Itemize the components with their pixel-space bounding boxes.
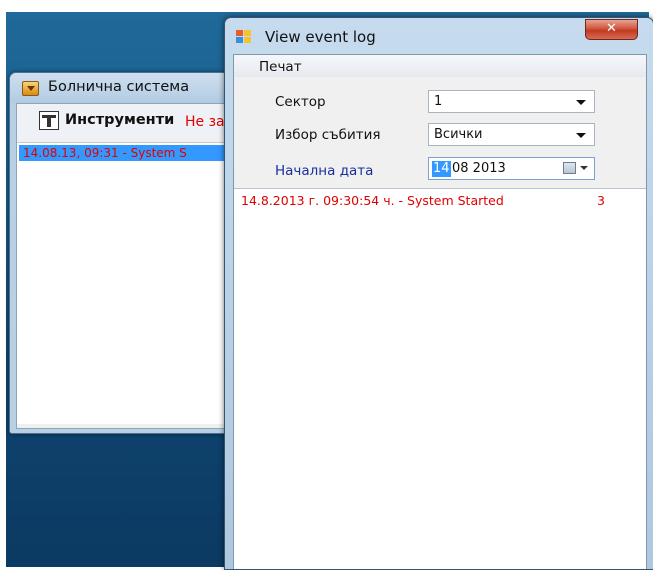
- menubar: Печат: [234, 55, 646, 77]
- event-list[interactable]: 14.08.13, 09:31 - System S: [17, 142, 229, 424]
- chevron-down-icon: [580, 166, 588, 170]
- chevron-down-icon[interactable]: [576, 100, 586, 105]
- view-event-log-window[interactable]: View event log ✕ Печат Сектор 1 Избор съ…: [224, 17, 653, 570]
- background-window-client: Инструменти Не за 14.08.13, 09:31 - Syst…: [16, 103, 229, 429]
- event-type-select[interactable]: Всички: [428, 123, 595, 146]
- dialog-client: Печат Сектор 1 Избор събития Всички Нача…: [233, 54, 647, 569]
- log-entry-text: 14.8.2013 г. 09:30:54 ч. - System Starte…: [241, 193, 504, 208]
- sector-select[interactable]: 1: [428, 90, 595, 113]
- close-icon: ✕: [606, 21, 617, 36]
- dialog-titlebar[interactable]: View event log ✕: [225, 18, 653, 54]
- log-entry-count: 3: [597, 193, 605, 208]
- background-toolbar: Инструменти Не за: [17, 104, 225, 140]
- event-type-label: Избор събития: [275, 127, 381, 143]
- start-date-picker[interactable]: 14 08 2013: [428, 157, 595, 180]
- status-text: Не за: [185, 114, 225, 130]
- background-window-titlebar[interactable]: Болнична система: [10, 73, 229, 103]
- chevron-down-icon[interactable]: [576, 133, 586, 138]
- menu-item-print[interactable]: Печат: [259, 59, 302, 75]
- date-day-segment[interactable]: 14: [432, 161, 451, 177]
- sector-value: 1: [434, 94, 443, 109]
- date-month-year[interactable]: 08 2013: [452, 161, 506, 177]
- tools-icon[interactable]: [39, 111, 59, 130]
- start-date-label: Начална дата: [275, 163, 374, 179]
- event-log-list[interactable]: 14.8.2013 г. 09:30:54 ч. - System Starte…: [234, 188, 646, 569]
- window-icon: [236, 30, 252, 44]
- event-type-value: Всички: [434, 127, 483, 142]
- sector-label: Сектор: [275, 94, 326, 110]
- tools-menu-button[interactable]: Инструменти: [65, 112, 174, 128]
- app-icon: [22, 81, 39, 96]
- calendar-dropdown-button[interactable]: [561, 160, 591, 177]
- background-window-title: Болнична система: [48, 79, 190, 95]
- dialog-title: View event log: [265, 28, 376, 46]
- list-item[interactable]: 14.08.13, 09:31 - System S: [19, 145, 229, 161]
- close-button[interactable]: ✕: [585, 19, 638, 40]
- calendar-icon: [563, 162, 576, 174]
- background-window[interactable]: Болнична система Инструменти Не за 14.08…: [9, 72, 230, 434]
- table-row[interactable]: 14.8.2013 г. 09:30:54 ч. - System Starte…: [234, 193, 646, 209]
